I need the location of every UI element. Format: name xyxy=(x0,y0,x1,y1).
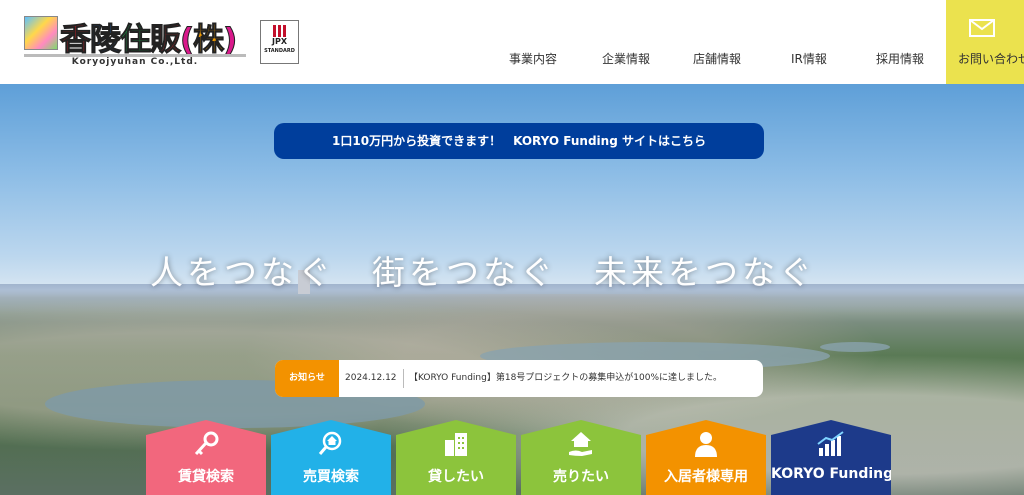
tile-lend[interactable]: 貸したい xyxy=(396,420,516,495)
tile-label: 賃貸検索 xyxy=(178,469,234,485)
nav-ir[interactable]: IR情報 xyxy=(791,50,827,66)
logo-subtitle: Koryojyuhan Co.,Ltd. xyxy=(24,54,246,68)
mail-icon xyxy=(969,19,995,37)
nav-stores[interactable]: 店舗情報 xyxy=(693,50,741,66)
tile-koryo-funding[interactable]: KORYO Funding xyxy=(771,420,891,495)
nav-company[interactable]: 企業情報 xyxy=(602,50,650,66)
news-date: 2024.12.12 xyxy=(345,373,397,383)
logo-title-char: 陵 xyxy=(90,22,122,59)
tile-label: 貸したい xyxy=(428,469,484,485)
house-search-icon xyxy=(318,431,342,455)
key-icon xyxy=(194,431,219,456)
house-hand-icon xyxy=(569,432,592,456)
tile-label: 売りたい xyxy=(553,469,609,485)
logo-title-char: 香 xyxy=(60,22,92,59)
logo-title: 香陵住販(株) xyxy=(60,14,238,59)
tile-sell[interactable]: 売りたい xyxy=(521,420,641,495)
logo-title-char: ( xyxy=(179,22,194,59)
tile-rent-search[interactable]: 賃貸検索 xyxy=(146,420,266,495)
jpx-label: JPX xyxy=(271,37,287,46)
logo-title-char: 販 xyxy=(150,22,182,59)
nav-business[interactable]: 事業内容 xyxy=(509,50,557,66)
jpx-standard-label: STANDARD xyxy=(264,48,295,54)
hero-river-3 xyxy=(820,342,890,352)
company-logo[interactable]: 香陵住販(株) Koryojyuhan Co.,Ltd. xyxy=(24,16,246,68)
tile-residents[interactable]: 入居者様専用 xyxy=(646,420,766,495)
news-bar[interactable]: お知らせ 2024.12.12 【KORYO Funding】第18号プロジェク… xyxy=(275,360,763,397)
logo-title-char: ) xyxy=(223,22,238,59)
news-badge: お知らせ xyxy=(275,360,339,397)
tile-label: 売買検索 xyxy=(303,469,359,485)
jpx-standard-badge: JPX STANDARD xyxy=(260,20,299,64)
news-divider xyxy=(403,369,404,388)
news-headline[interactable]: 【KORYO Funding】第18号プロジェクトの募集申込が100%に達しまし… xyxy=(409,360,759,397)
tile-label: 入居者様専用 xyxy=(664,469,748,485)
chart-icon xyxy=(817,431,844,456)
jpx-mark-icon xyxy=(272,25,287,37)
person-icon xyxy=(695,432,717,457)
contact-button[interactable]: お問い合わせ xyxy=(946,0,1024,84)
tile-label: KORYO Funding xyxy=(771,466,894,482)
contact-label: お問い合わせ xyxy=(958,52,1024,66)
tile-buy-search[interactable]: 売買検索 xyxy=(271,420,391,495)
logo-mascot-icon xyxy=(24,16,58,50)
funding-banner[interactable]: 1口10万円から投資できます！ KORYO Funding サイトはこちら xyxy=(274,123,764,159)
logo-title-char: 株 xyxy=(193,22,225,59)
hero-catchphrase: 人をつなぐ 街をつなぐ 未来をつなぐ xyxy=(150,253,816,292)
nav-recruit[interactable]: 採用情報 xyxy=(876,50,924,66)
building-icon xyxy=(445,433,467,456)
logo-title-char: 住 xyxy=(120,22,152,59)
site-header: 香陵住販(株) Koryojyuhan Co.,Ltd. JPX STANDAR… xyxy=(0,0,1024,84)
